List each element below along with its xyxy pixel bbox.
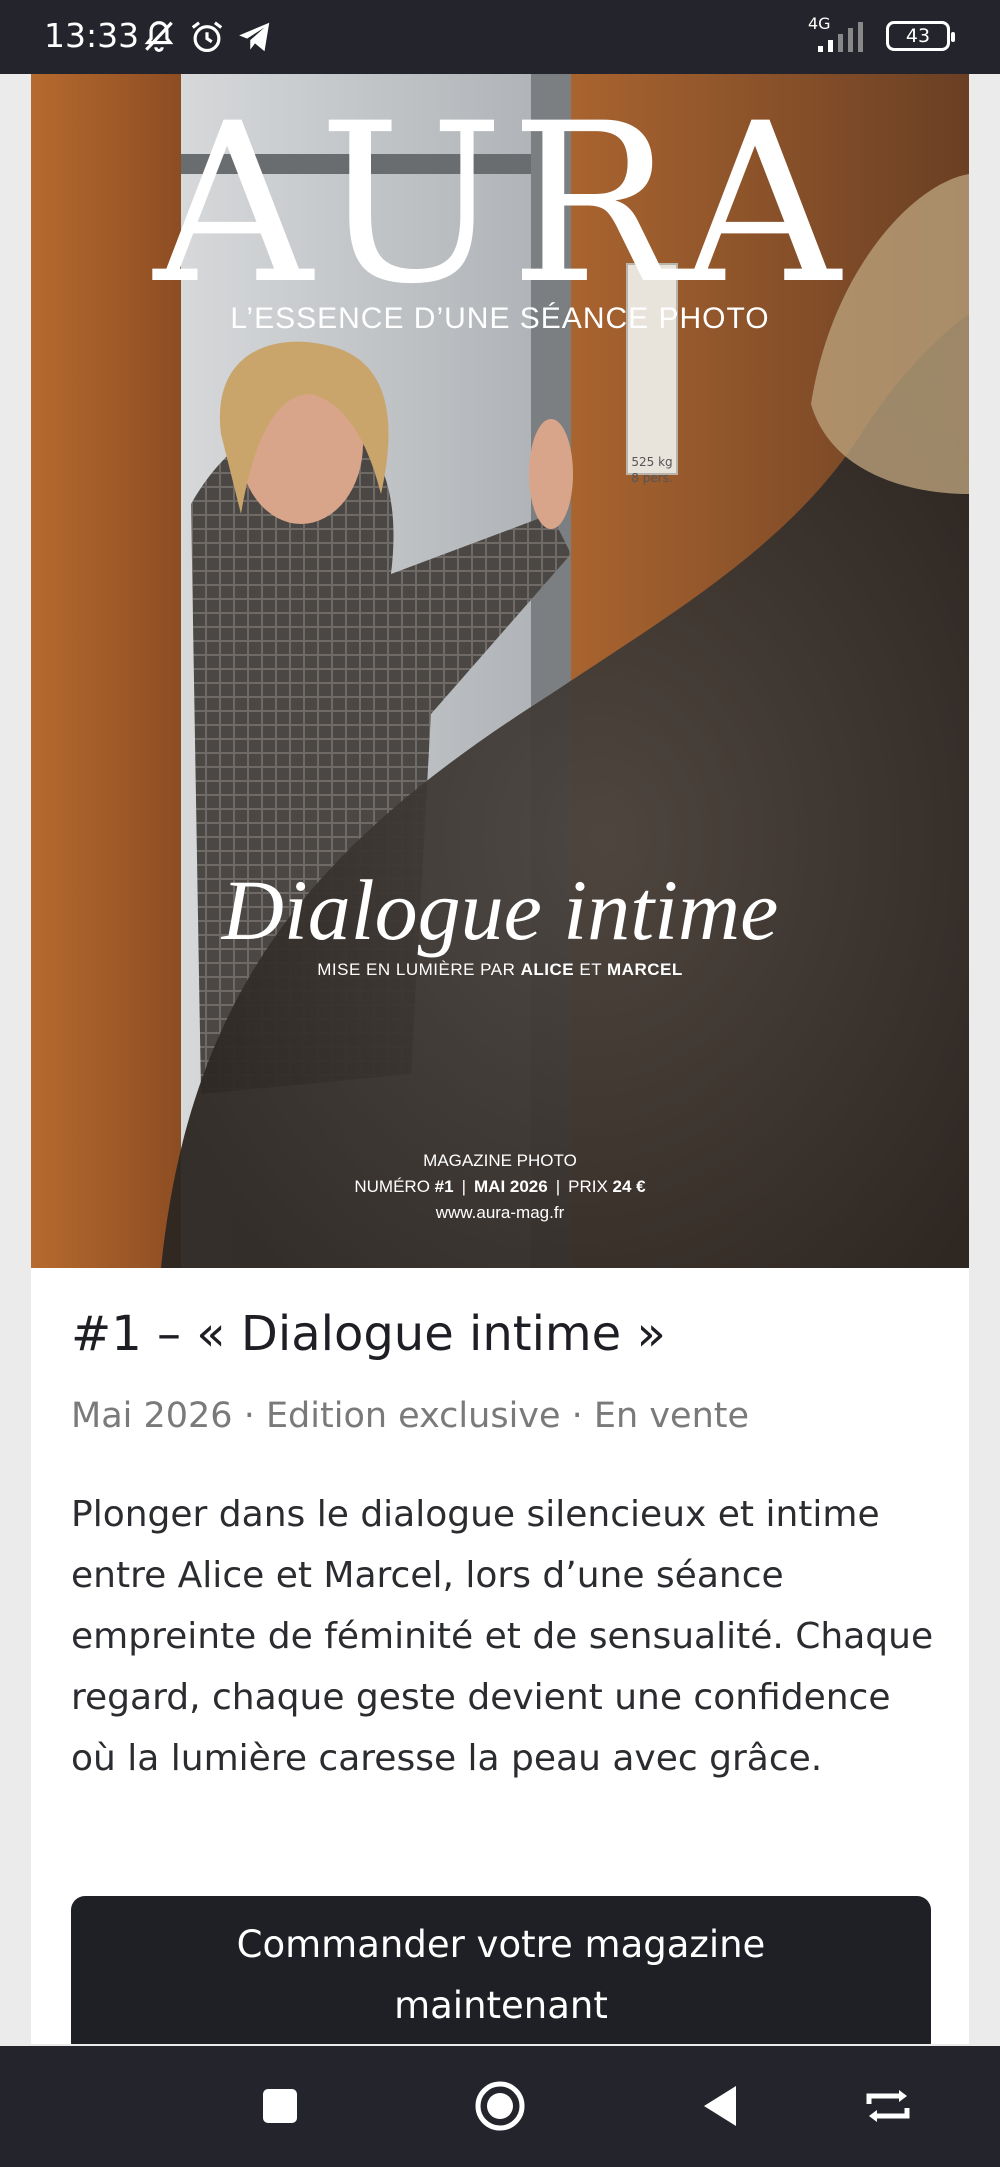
home-circle-icon[interactable] — [472, 2078, 528, 2134]
cover-tagline: L’ESSENCE D’UNE SÉANCE PHOTO — [230, 302, 770, 335]
cover-credit-join: ET — [579, 960, 602, 979]
status-time: 13:33 — [44, 16, 140, 55]
cover-info: MAGAZINE PHOTO NUMÉRO #1 | MAI 2026 | PRIX 2… — [31, 1148, 969, 1226]
cover-issue-number: #1 — [434, 1177, 454, 1196]
cover-credit-prefix: MISE EN LUMIÈRE PAR — [317, 960, 516, 979]
order-button-line-1: Commander votre magazine — [236, 1923, 766, 1966]
cover-price-prefix: PRIX — [568, 1177, 608, 1196]
cover-sign-text-1: 525 kg — [631, 455, 672, 469]
order-button-line-2: maintenant — [394, 1984, 608, 2027]
cover-issue-date: MAI 2026 — [474, 1177, 548, 1196]
cover-credit-name-1: ALICE — [520, 960, 575, 979]
cover-credit-name-2: MARCEL — [607, 960, 683, 979]
recents-square-icon[interactable] — [252, 2078, 308, 2134]
telegram-icon — [236, 18, 274, 60]
cover-issue-line: NUMÉRO #1 | MAI 2026 | PRIX 24 € — [354, 1177, 646, 1196]
network-type: 4G — [808, 14, 831, 33]
back-triangle-icon[interactable] — [692, 2078, 748, 2134]
magazine-cover-image[interactable]: 525 kg 8 pers. AURA L’ESSENCE D’UNE SÉAN… — [31, 74, 969, 1268]
cover-credit: MISE EN LUMIÈRE PAR ALICE ET MARCEL — [31, 960, 969, 980]
cover-title: Dialogue intime — [221, 862, 779, 958]
cover-sign-text-2: 8 pers. — [631, 471, 672, 485]
issue-title: #1 – « Dialogue intime » — [71, 1306, 666, 1362]
signal-icon: 4G — [808, 14, 874, 56]
bell-muted-icon — [140, 18, 178, 60]
battery-icon: 43 — [886, 21, 955, 51]
cover-magazine-label: MAGAZINE PHOTO — [423, 1151, 577, 1170]
alarm-icon — [188, 18, 226, 60]
cover-price: 24 € — [612, 1177, 646, 1196]
issue-description: Plonger dans le dialogue silencieux et i… — [71, 1494, 934, 1779]
rotate-icon[interactable] — [860, 2078, 916, 2134]
status-bar: 13:33 4G 43 — [0, 0, 1000, 74]
status-notification-icons — [140, 18, 274, 60]
navigation-bar — [0, 2046, 1000, 2167]
cover-issue-prefix: NUMÉRO — [354, 1177, 430, 1196]
battery-level: 43 — [905, 25, 931, 47]
issue-meta: Mai 2026 · Edition exclusive · En vente — [71, 1396, 750, 1436]
cover-masthead: AURA — [153, 76, 847, 332]
order-magazine-button[interactable]: Commander votre magazine maintenant — [71, 1896, 931, 2044]
magazine-card: 525 kg 8 pers. AURA L’ESSENCE D’UNE SÉAN… — [31, 74, 969, 2044]
cover-website: www.aura-mag.fr — [435, 1203, 565, 1222]
